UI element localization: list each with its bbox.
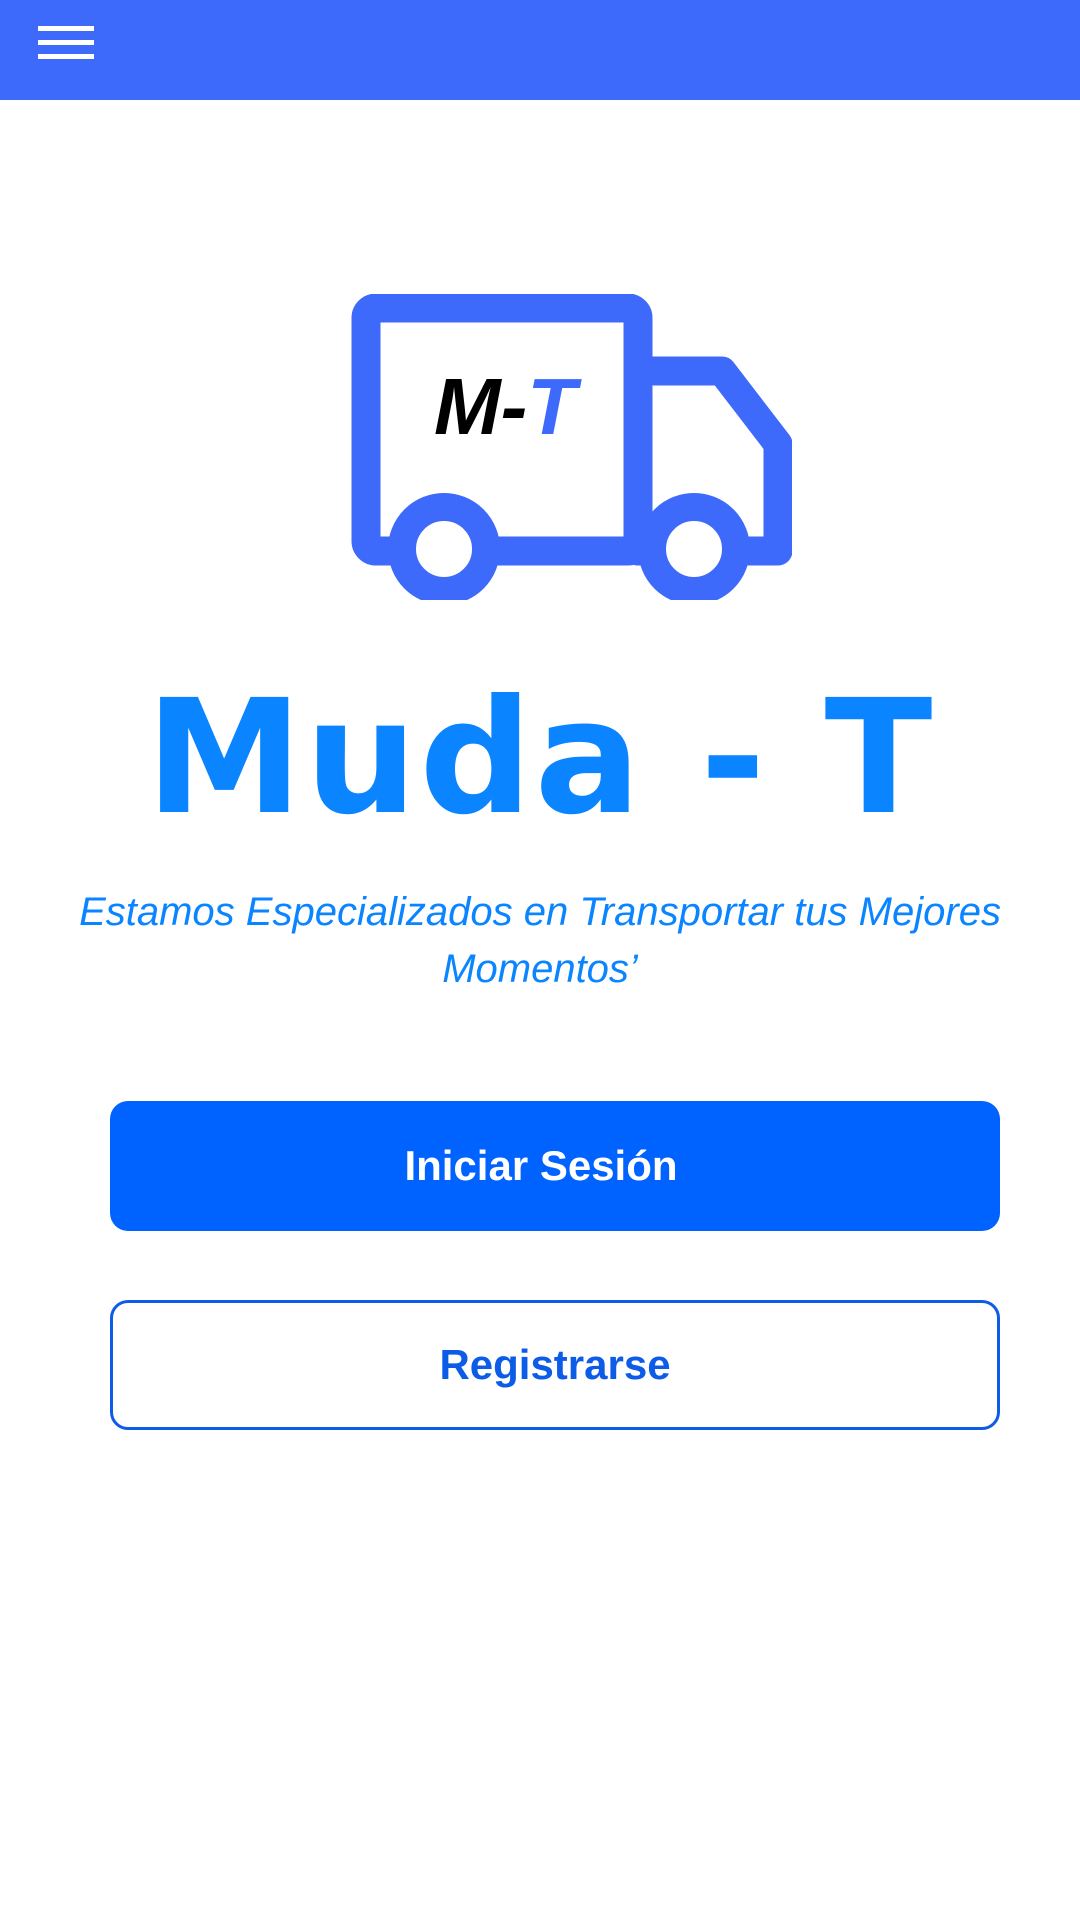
hamburger-menu-icon[interactable] xyxy=(30,20,102,80)
truck-icon: M-T xyxy=(351,294,792,600)
svg-text:M-T: M-T xyxy=(434,362,582,451)
app-title: Muda - T xyxy=(145,666,935,850)
tagline: Estamos Especializados en Transportar tu… xyxy=(79,890,1001,991)
register-button-label: Registrarse xyxy=(439,1341,671,1388)
register-button[interactable]: Registrarse xyxy=(110,1300,1000,1430)
logo-text-left: M- xyxy=(434,362,527,451)
truck-logo: M-T xyxy=(350,294,792,600)
app-header xyxy=(0,0,1080,100)
login-button-label: Iniciar Sesión xyxy=(404,1142,678,1189)
logo-text-right: T xyxy=(527,362,582,451)
login-button[interactable]: Iniciar Sesión xyxy=(110,1101,1000,1231)
